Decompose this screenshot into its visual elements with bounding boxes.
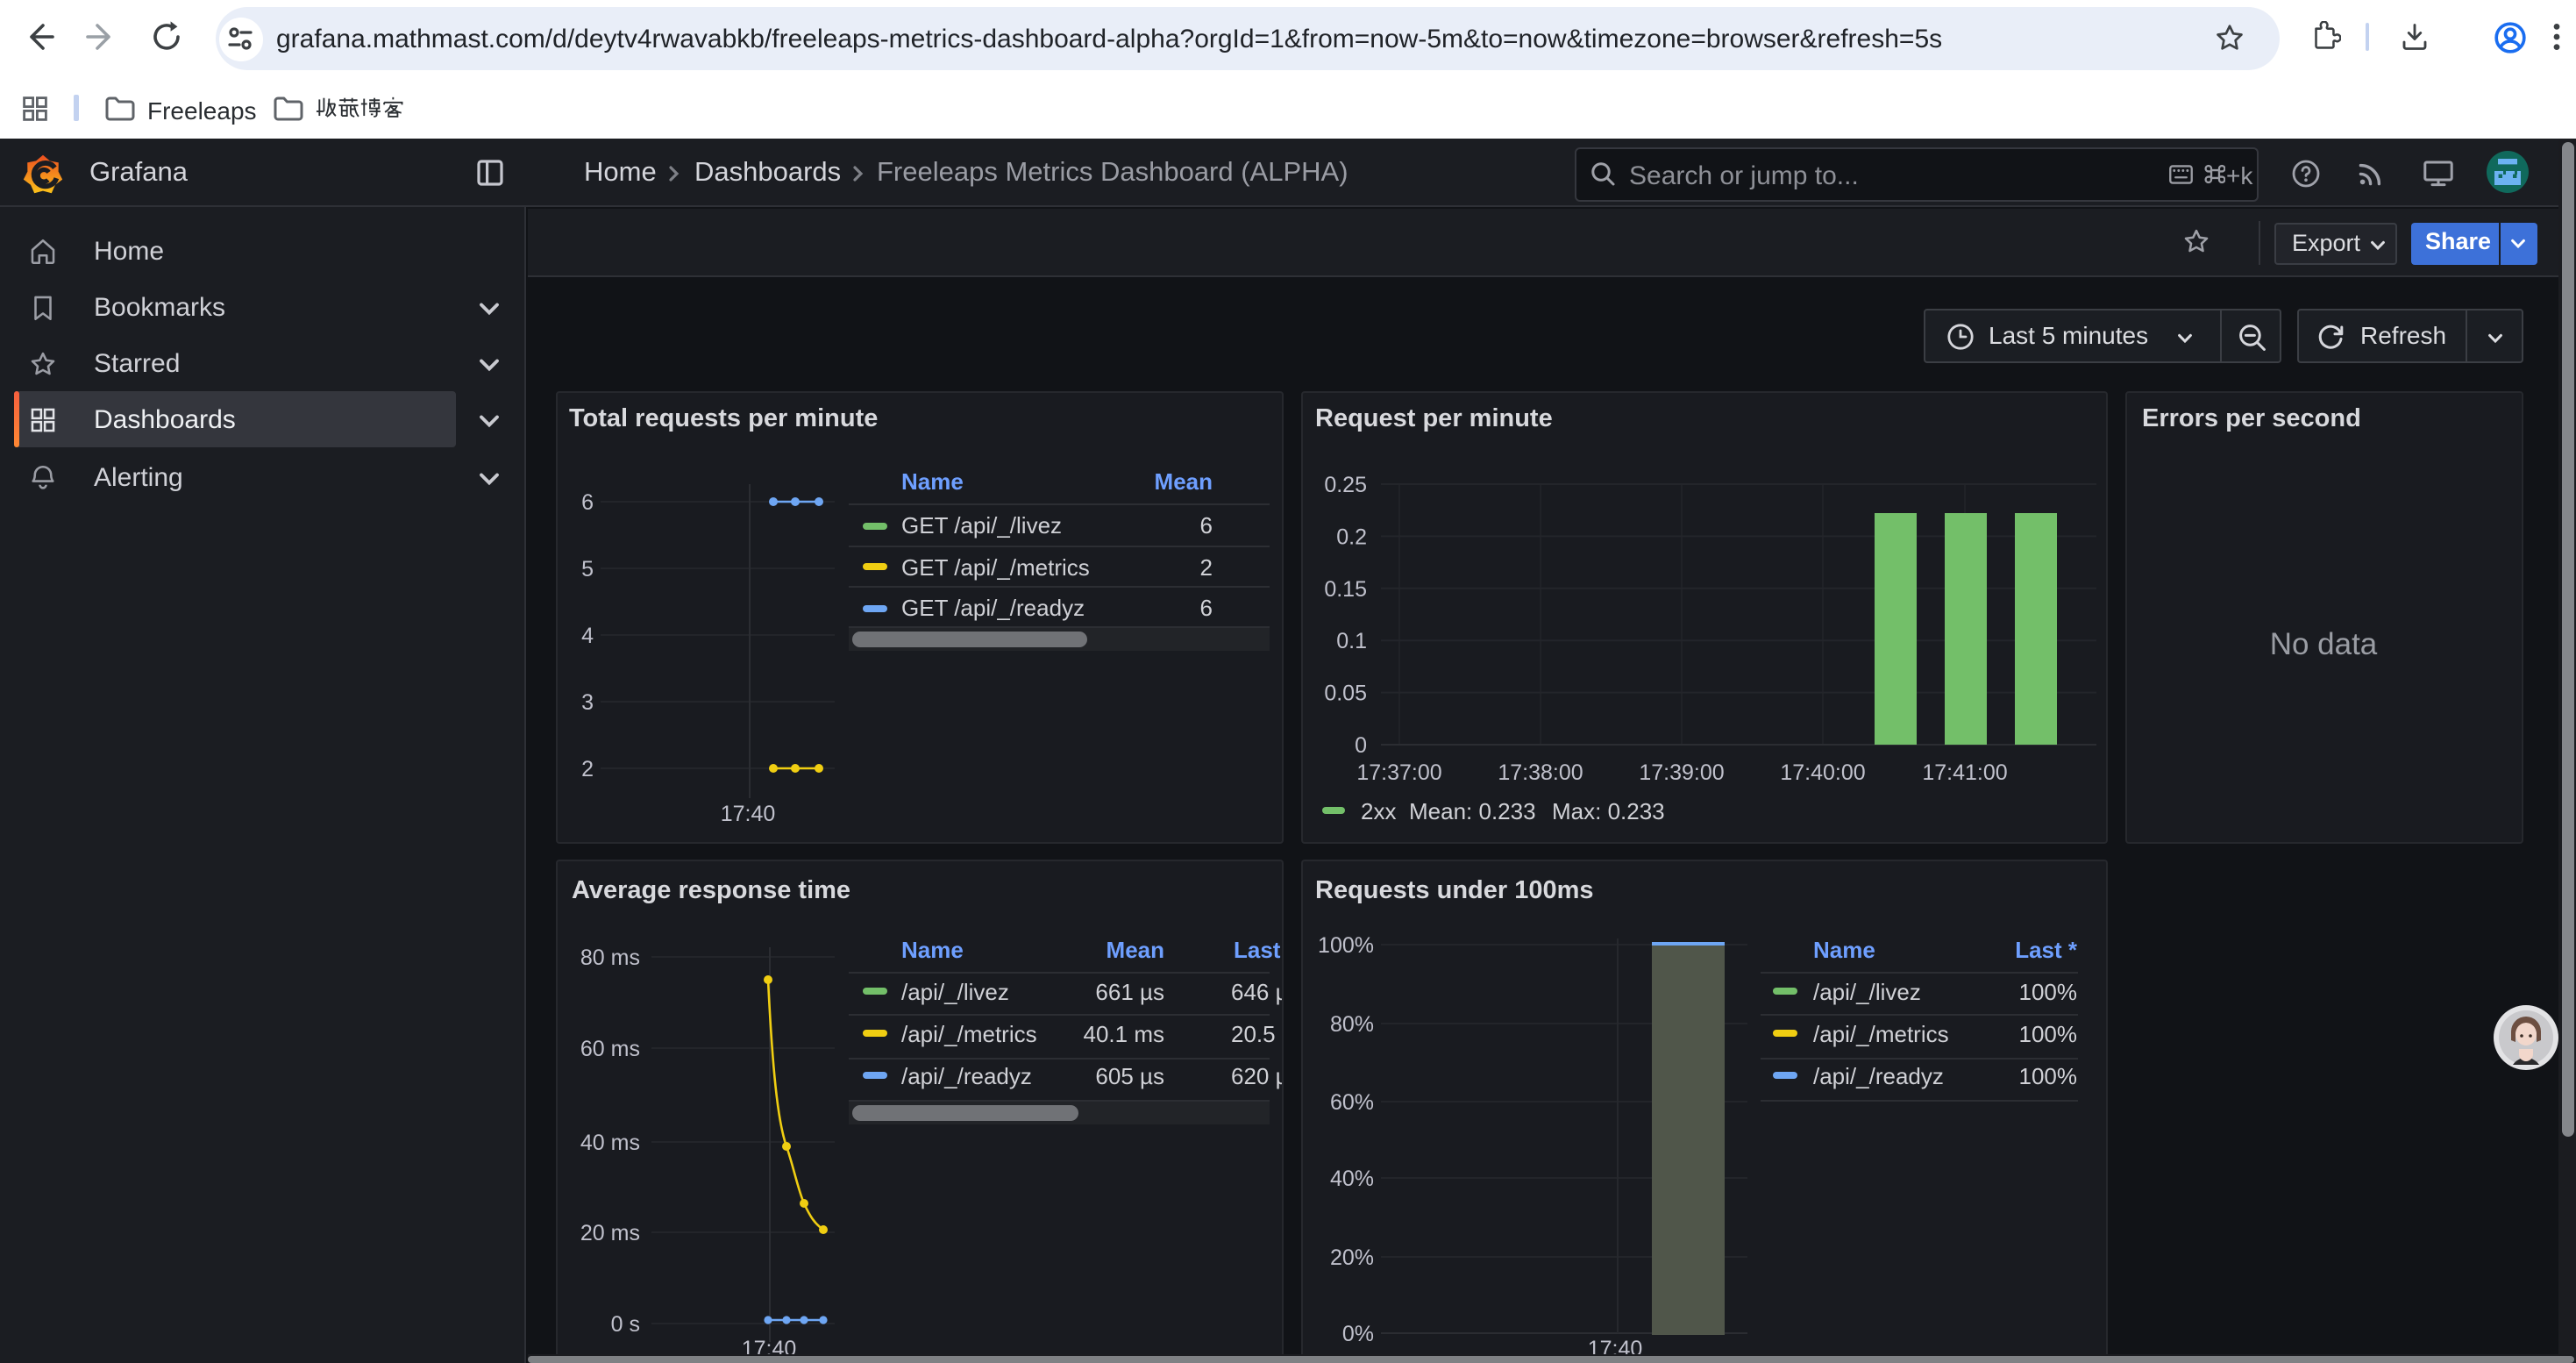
svg-text:100%: 100% bbox=[1317, 933, 1373, 958]
svg-text:17:40:00: 17:40:00 bbox=[1779, 760, 1864, 785]
svg-text:5: 5 bbox=[580, 557, 593, 582]
svg-text:0.25: 0.25 bbox=[1323, 473, 1366, 497]
svg-text:60%: 60% bbox=[1329, 1090, 1373, 1115]
svg-text:17:38:00: 17:38:00 bbox=[1497, 760, 1582, 785]
svg-text:0: 0 bbox=[1354, 733, 1366, 758]
svg-text:0.2: 0.2 bbox=[1335, 525, 1366, 549]
svg-text:3: 3 bbox=[580, 690, 593, 715]
svg-text:4: 4 bbox=[580, 624, 593, 648]
svg-text:17:41:00: 17:41:00 bbox=[1921, 760, 2006, 785]
svg-text:0.05: 0.05 bbox=[1323, 682, 1366, 706]
svg-text:20%: 20% bbox=[1329, 1245, 1373, 1270]
svg-text:2: 2 bbox=[580, 757, 593, 781]
svg-text:17:37:00: 17:37:00 bbox=[1356, 760, 1441, 785]
svg-text:17:40: 17:40 bbox=[720, 802, 775, 826]
svg-text:40%: 40% bbox=[1329, 1167, 1373, 1191]
svg-text:0.1: 0.1 bbox=[1335, 629, 1366, 653]
svg-text:0%: 0% bbox=[1341, 1322, 1373, 1346]
svg-text:17:39:00: 17:39:00 bbox=[1638, 760, 1723, 785]
svg-text:0.15: 0.15 bbox=[1323, 577, 1366, 602]
svg-text:6: 6 bbox=[580, 490, 593, 515]
svg-text:80%: 80% bbox=[1329, 1012, 1373, 1037]
